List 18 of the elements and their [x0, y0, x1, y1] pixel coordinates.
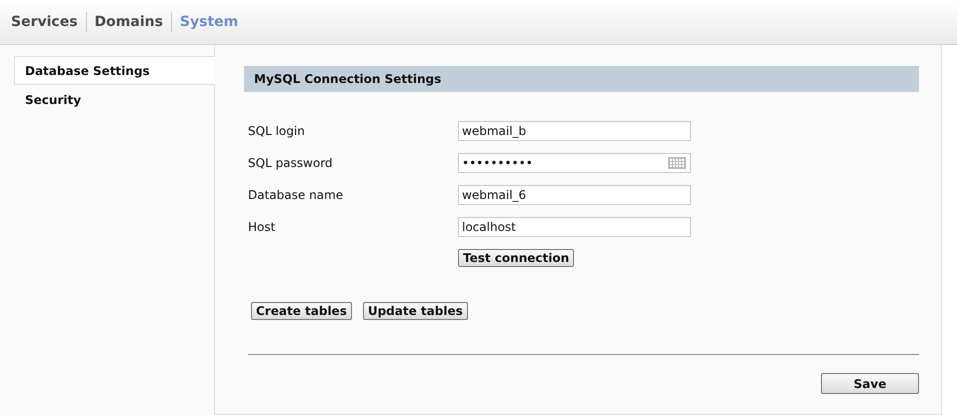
- input-field[interactable]: localhost: [458, 217, 691, 237]
- save-button[interactable]: Save: [821, 373, 919, 394]
- field-label: Host: [248, 220, 276, 234]
- table-button[interactable]: Create tables: [251, 302, 352, 320]
- nav-tab[interactable]: Domains: [86, 12, 171, 32]
- nav-tab[interactable]: Services: [11, 12, 86, 32]
- field-label: Database name: [248, 188, 344, 202]
- table-button[interactable]: Update tables: [362, 302, 468, 320]
- input-field[interactable]: webmail_b: [458, 121, 691, 141]
- input-field[interactable]: webmail_6: [458, 185, 691, 205]
- keyboard-icon[interactable]: [668, 157, 686, 169]
- test-connection-button[interactable]: Test connection: [458, 249, 574, 267]
- field-label: SQL password: [248, 156, 334, 170]
- password-field[interactable]: ••••••••••: [458, 153, 691, 173]
- sidebar-item[interactable]: Database Settings: [14, 56, 215, 85]
- section-header: MySQL Connection Settings: [244, 66, 919, 92]
- field-label: SQL login: [248, 124, 306, 138]
- sidebar-item[interactable]: Security: [14, 85, 214, 114]
